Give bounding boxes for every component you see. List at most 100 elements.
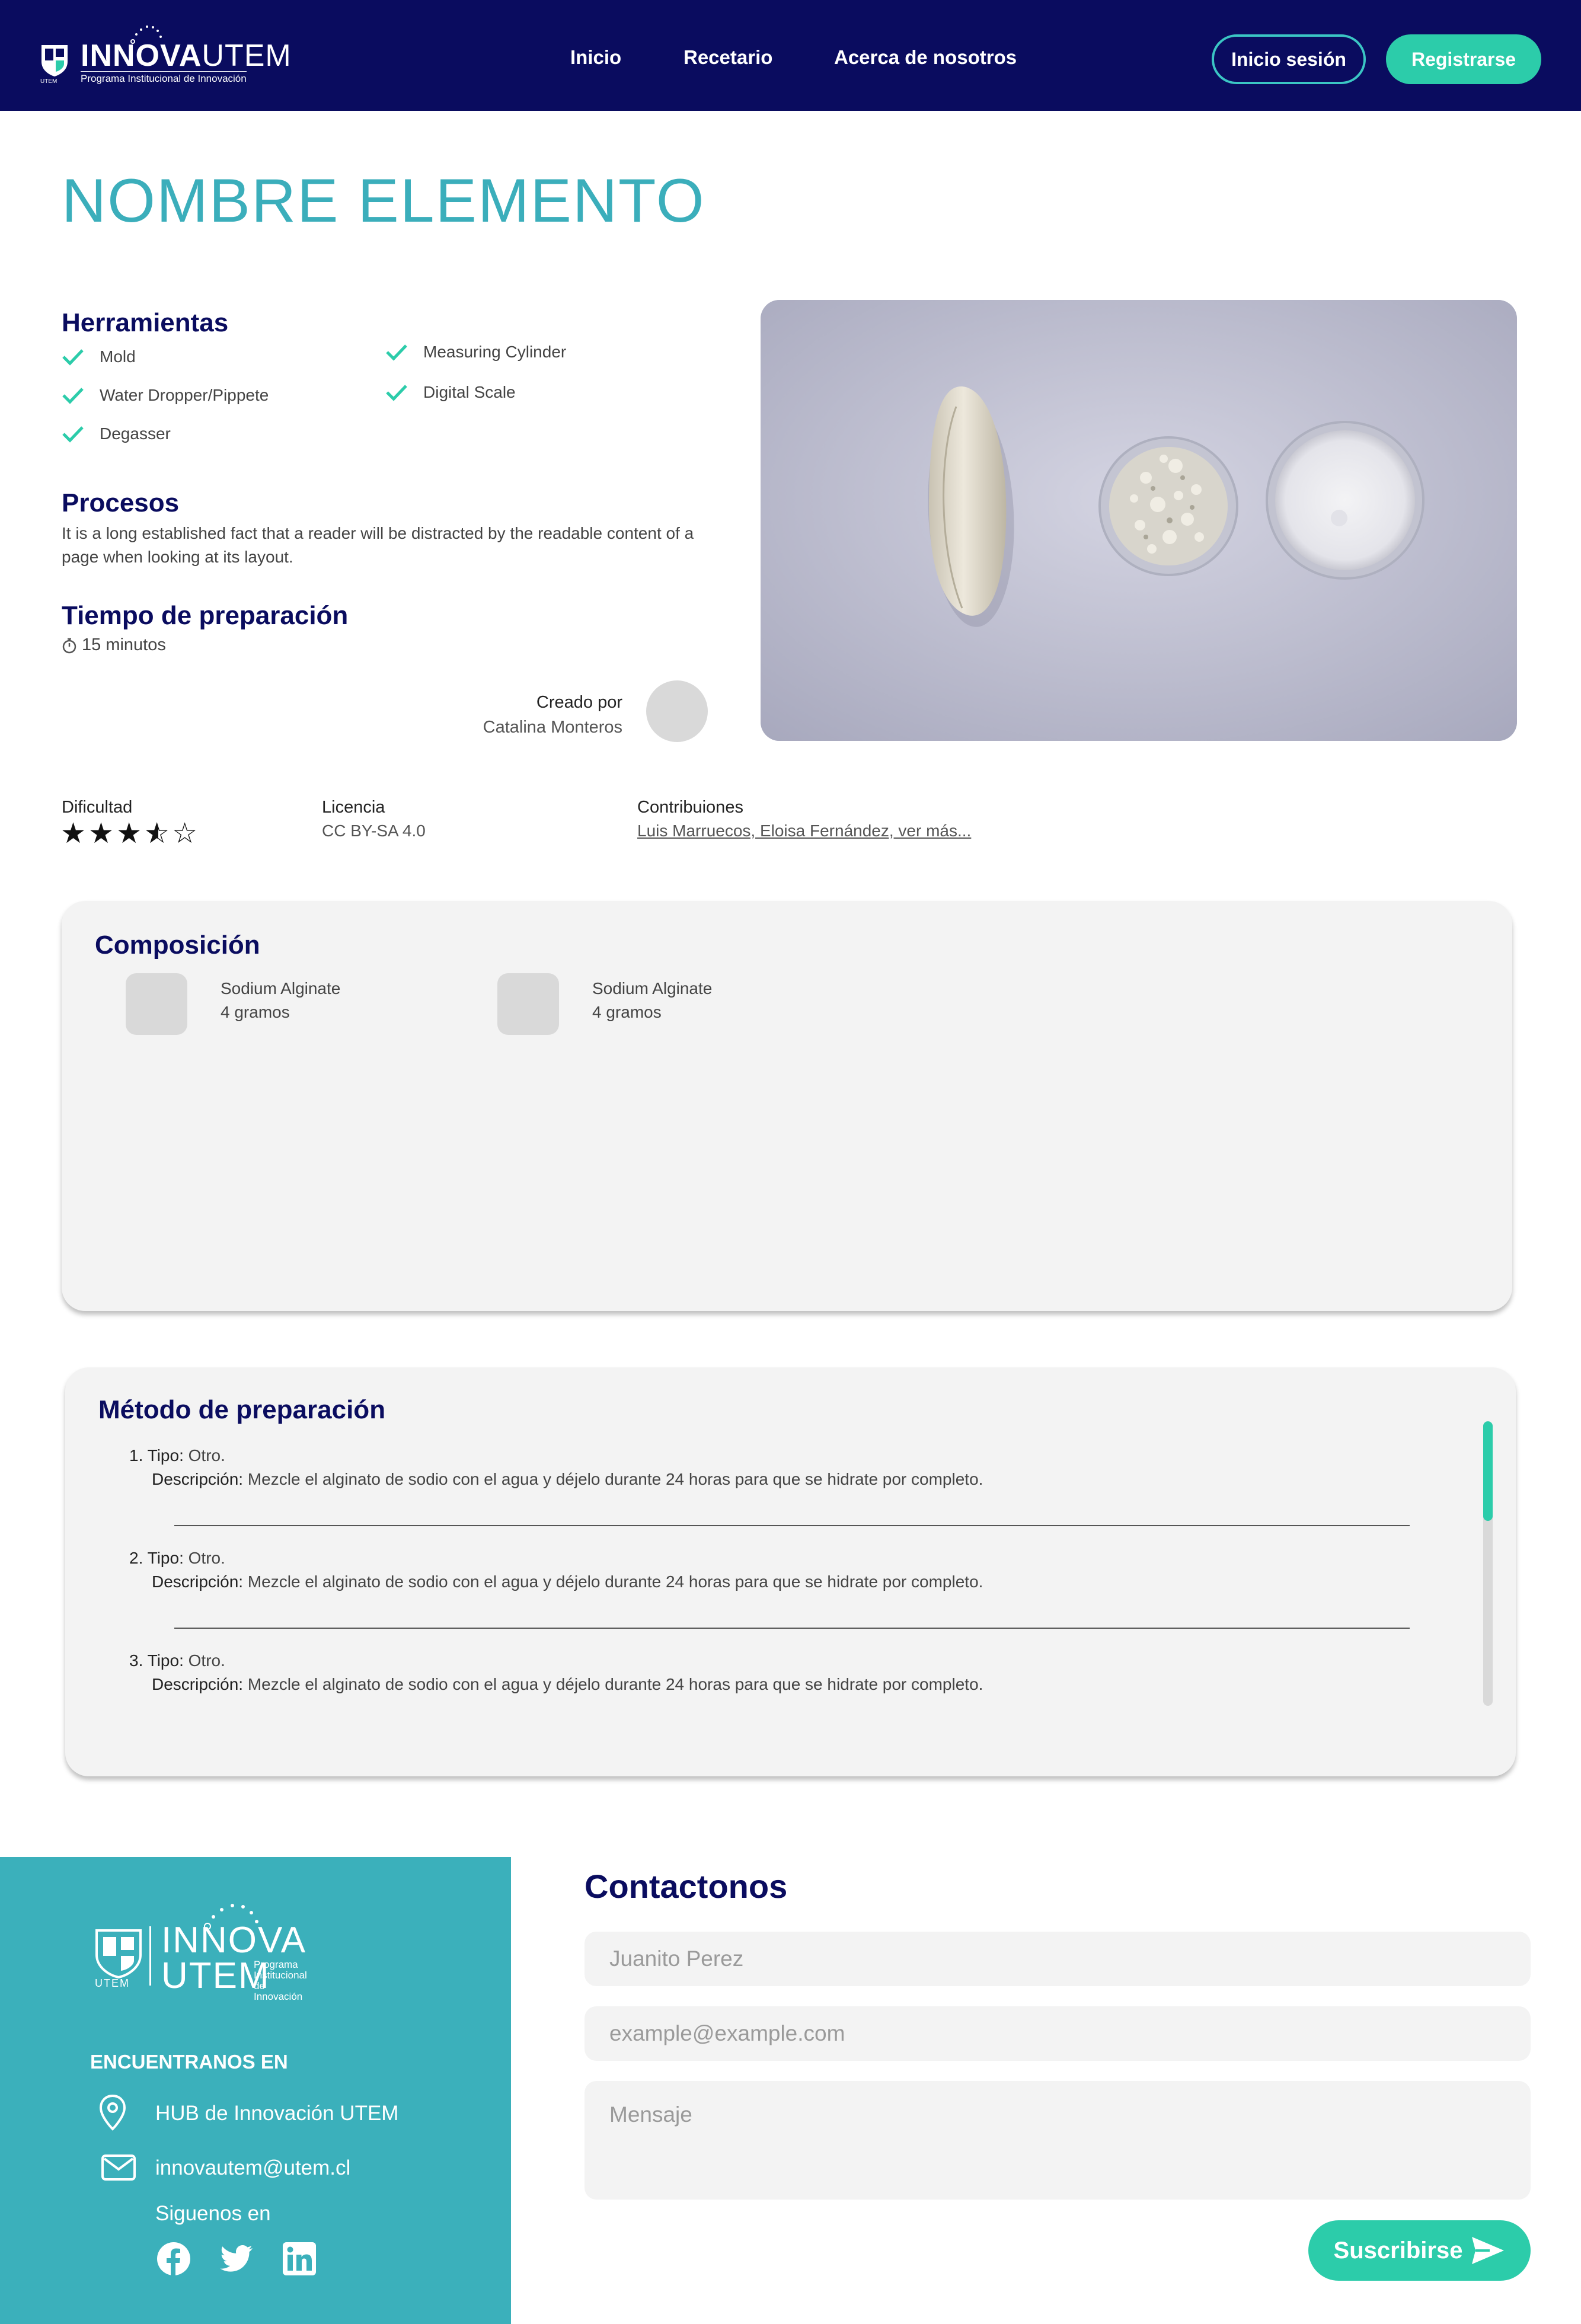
- footer-email-link[interactable]: innovautem@utem.cl: [155, 2156, 350, 2180]
- composition-card: [62, 901, 1512, 1311]
- step-desc-label: Descripción:: [152, 1572, 244, 1591]
- innova-utem-logo[interactable]: INNOVAUTEM Programa Institucional de Inn…: [40, 24, 295, 89]
- star-half-icon: ★☆: [144, 817, 173, 850]
- footer-logo-divider: [149, 1926, 151, 1986]
- processes-text: It is a long established fact that a rea…: [62, 524, 694, 566]
- utem-shield-icon: [95, 1929, 142, 1978]
- utem-shield-icon: [41, 45, 68, 76]
- footer-brand-subtitle: Programa Institucional de Innovación: [254, 1959, 307, 2002]
- footer-logo[interactable]: INNOVA UTEM Programa Institucional de Inn…: [95, 1903, 332, 2002]
- check-icon: [386, 385, 407, 401]
- contact-name-input[interactable]: [585, 1932, 1531, 1986]
- star-empty-icon: ☆: [172, 817, 200, 850]
- contact-email-input[interactable]: [585, 2006, 1531, 2061]
- nav-link-inicio[interactable]: Inicio: [570, 46, 621, 69]
- page-title: NOMBRE ELEMENTO: [62, 167, 705, 235]
- ingredient-image: [497, 973, 559, 1035]
- tool-item: Mold: [62, 347, 136, 366]
- star-full-icon: ★: [60, 817, 89, 850]
- linkedin-icon[interactable]: [282, 2242, 317, 2276]
- step-divider: [174, 1628, 1410, 1629]
- method-scrollbar-thumb[interactable]: [1483, 1421, 1493, 1521]
- method-step: 2. Tipo: Otro. Descripción: Mezcle el al…: [129, 1546, 983, 1594]
- difficulty-label: Dificultad: [62, 798, 133, 817]
- processes-heading: Procesos: [62, 488, 180, 517]
- login-button[interactable]: Inicio sesión: [1212, 34, 1366, 84]
- method-step: 1. Tipo: Otro. Descripción: Mezcle el al…: [129, 1444, 983, 1491]
- composition-heading: Composición: [95, 931, 260, 960]
- prep-time-value: 15 minutos: [62, 635, 166, 655]
- send-arrow-icon: [1472, 2237, 1505, 2264]
- check-icon: [62, 426, 84, 443]
- stopwatch-icon: [62, 638, 76, 653]
- step-divider: [174, 1525, 1410, 1526]
- creator-label: Creado por: [536, 693, 622, 712]
- ingredient-name: Sodium Alginate: [221, 979, 341, 998]
- find-us-heading: ENCUENTRANOS EN: [90, 2051, 288, 2073]
- step-type-label: Tipo:: [147, 1651, 184, 1670]
- difficulty-stars: ★★★★☆☆: [60, 817, 200, 850]
- check-icon: [62, 349, 84, 366]
- ingredient-amount: 4 gramos: [592, 1003, 662, 1021]
- step-desc-label: Descripción:: [152, 1470, 244, 1488]
- star-full-icon: ★: [116, 817, 145, 850]
- facebook-icon[interactable]: [156, 2242, 191, 2276]
- ingredient-name: Sodium Alginate: [592, 979, 713, 998]
- tools-heading: Herramientas: [62, 308, 229, 337]
- brand-name: INNOVAUTEM: [81, 39, 292, 73]
- footer-location: HUB de Innovación UTEM: [155, 2102, 399, 2125]
- check-icon: [386, 344, 407, 361]
- creator-avatar[interactable]: [646, 680, 708, 742]
- tool-label: Digital Scale: [423, 383, 516, 401]
- subscribe-button[interactable]: Suscribirse: [1308, 2220, 1531, 2281]
- step-desc: Mezcle el alginato de sodio con el agua …: [247, 1572, 983, 1591]
- recipe-photo: [761, 300, 1517, 741]
- tool-label: Mold: [100, 347, 136, 366]
- tool-item: Digital Scale: [385, 383, 516, 402]
- nav-link-acerca[interactable]: Acerca de nosotros: [834, 46, 1017, 69]
- step-number: 2.: [129, 1549, 143, 1567]
- register-button[interactable]: Registrarse: [1386, 34, 1541, 84]
- step-type: Otro.: [188, 1651, 225, 1670]
- twitter-icon[interactable]: [219, 2242, 254, 2276]
- star-full-icon: ★: [88, 817, 117, 850]
- brand-subtitle: Programa Institucional de Innovación: [81, 71, 247, 85]
- tool-label: Measuring Cylinder: [423, 343, 567, 361]
- contributions-link[interactable]: Luis Marruecos, Eloisa Fernández, ver má…: [637, 821, 971, 840]
- tool-item: Water Dropper/Pippete: [62, 386, 269, 405]
- check-icon: [62, 388, 84, 404]
- footer-brand-utem: UTEM: [95, 1977, 130, 1989]
- top-navbar: INNOVAUTEM Programa Institucional de Inn…: [0, 0, 1581, 111]
- subscribe-label: Suscribirse: [1333, 2237, 1463, 2264]
- step-desc: Mezcle el alginato de sodio con el agua …: [247, 1470, 983, 1488]
- ingredient-item: Sodium Alginate 4 gramos: [497, 973, 712, 1035]
- prep-time-heading: Tiempo de preparación: [62, 601, 349, 630]
- step-type: Otro.: [188, 1446, 225, 1465]
- nav-link-recetario[interactable]: Recetario: [683, 46, 772, 69]
- step-type: Otro.: [188, 1549, 225, 1567]
- method-step: 3. Tipo: Otro. Descripción: Mezcle el al…: [129, 1649, 983, 1696]
- tool-item: Measuring Cylinder: [385, 343, 566, 362]
- location-pin-icon: [99, 2094, 126, 2131]
- brand-utem-label: UTEM: [40, 78, 58, 85]
- step-number: 1.: [129, 1446, 143, 1465]
- contact-message-input[interactable]: [585, 2081, 1531, 2200]
- step-desc-label: Descripción:: [152, 1675, 244, 1693]
- contributions-label: Contribuiones: [637, 798, 743, 817]
- step-desc: Mezcle el alginato de sodio con el agua …: [247, 1675, 983, 1693]
- prep-time-text: 15 minutos: [82, 635, 166, 654]
- method-heading: Método de preparación: [98, 1395, 386, 1424]
- creator-name[interactable]: Catalina Monteros: [483, 715, 622, 740]
- recipe-photo-image: [761, 300, 1517, 741]
- step-type-label: Tipo:: [147, 1446, 184, 1465]
- follow-us-label: Siguenos en: [155, 2202, 271, 2225]
- tool-label: Water Dropper/Pippete: [100, 386, 269, 404]
- creator-info: Creado por Catalina Monteros: [483, 690, 622, 740]
- license-label: Licencia: [322, 798, 385, 817]
- tool-label: Degasser: [100, 424, 171, 443]
- mail-icon: [101, 2154, 136, 2181]
- step-type-label: Tipo:: [147, 1549, 184, 1567]
- ingredient-image: [126, 973, 187, 1035]
- contact-heading: Contactonos: [585, 1868, 788, 1905]
- ingredient-amount: 4 gramos: [221, 1003, 290, 1021]
